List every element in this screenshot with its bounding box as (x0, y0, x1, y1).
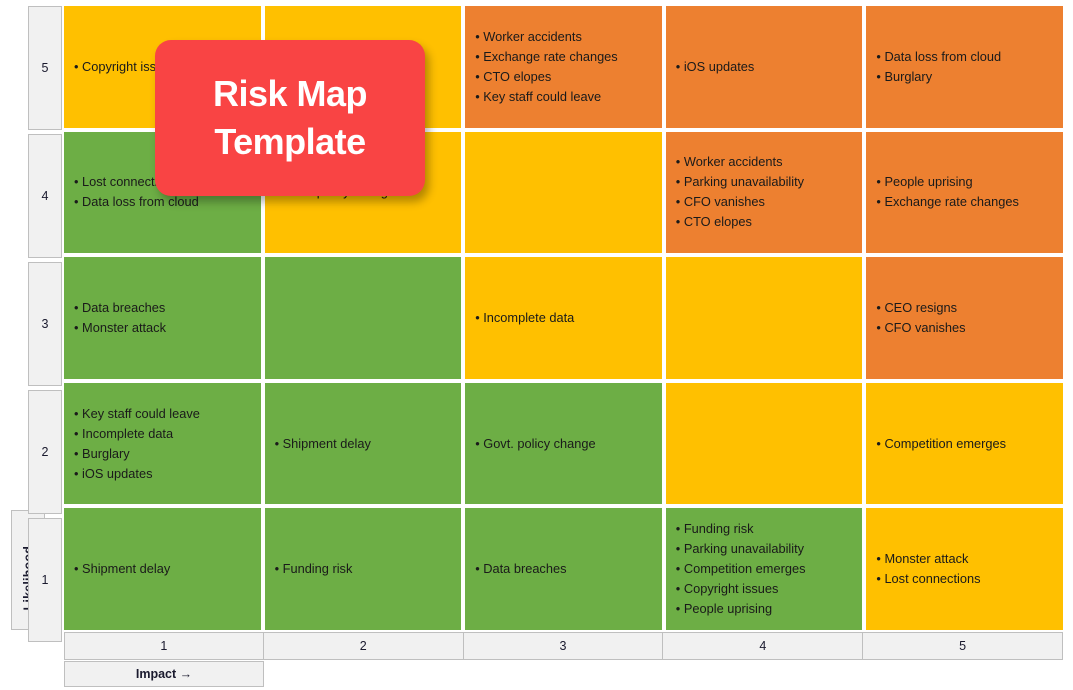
risk-cell-l4-i4[interactable]: Worker accidentsParking unavailabilityCF… (665, 131, 863, 254)
risk-cell-l4-i5[interactable]: People uprisingExchange rate changes (866, 131, 1063, 254)
risk-item: People uprising (876, 172, 1053, 192)
impact-tick-1: 1 (64, 632, 264, 660)
banner-line-1: Risk Map (212, 73, 368, 114)
likelihood-tick-label: 5 (41, 61, 49, 75)
risk-item: Funding risk (275, 559, 452, 579)
risk-cell-l1-i3[interactable]: Data breaches (465, 508, 662, 630)
risk-item: CTO elopes (676, 212, 853, 232)
likelihood-tick-label: 3 (41, 317, 49, 331)
banner-line-2: Template (214, 121, 366, 162)
risk-cell-l1-i1[interactable]: Shipment delay (64, 508, 261, 630)
likelihood-tick-2: 2 (28, 390, 62, 514)
risk-item: CEO resigns (876, 298, 1053, 318)
likelihood-tick-5: 5 (28, 6, 62, 130)
risk-item: People uprising (676, 599, 853, 619)
risk-item: iOS updates (676, 57, 853, 77)
impact-tick-3: 3 (462, 632, 664, 660)
risk-item: Key staff could leave (475, 87, 652, 107)
impact-axis-label: Impact → (135, 667, 193, 681)
risk-cell-l3-i5[interactable]: CEO resignsCFO vanishes (866, 257, 1063, 379)
risk-item: Parking unavailability (676, 172, 853, 192)
risk-cell-l5-i5[interactable]: Data loss from cloudBurglary (866, 6, 1063, 128)
risk-item: Funding risk (676, 519, 853, 539)
risk-item: Key staff could leave (74, 404, 251, 424)
impact-tick-row: 12345 (64, 632, 1063, 660)
risk-cell-l2-i2[interactable]: Shipment delay (264, 382, 462, 505)
impact-tick-4: 4 (662, 632, 864, 660)
risk-cell-l3-i3[interactable]: Incomplete data (465, 257, 662, 379)
risk-cell-l2-i1[interactable]: Key staff could leaveIncomplete dataBurg… (64, 382, 261, 505)
risk-item: Worker accidents (676, 152, 853, 172)
risk-item: Exchange rate changes (876, 192, 1053, 212)
risk-item: Monster attack (876, 549, 1053, 569)
risk-item: Competition emerges (876, 434, 1053, 454)
impact-tick-2: 2 (262, 632, 464, 660)
risk-cell-l2-i4[interactable] (665, 382, 863, 505)
impact-tick-5: 5 (862, 632, 1063, 660)
impact-axis-title: Impact → (64, 661, 264, 687)
risk-cell-l2-i5[interactable]: Competition emerges (866, 382, 1063, 505)
likelihood-tick-3: 3 (28, 262, 62, 386)
likelihood-tick-1: 1 (28, 518, 62, 642)
risk-item: Shipment delay (275, 434, 452, 454)
risk-item: Copyright issues (676, 579, 853, 599)
risk-item: CFO vanishes (876, 318, 1053, 338)
risk-item: Lost connections (876, 569, 1053, 589)
risk-item: Exchange rate changes (475, 47, 652, 67)
risk-cell-l1-i2[interactable]: Funding risk (264, 508, 462, 630)
risk-cell-l3-i2[interactable] (264, 257, 462, 379)
risk-cell-l3-i1[interactable]: Data breachesMonster attack (64, 257, 261, 379)
risk-item: Competition emerges (676, 559, 853, 579)
risk-item: Parking unavailability (676, 539, 853, 559)
risk-item: Worker accidents (475, 27, 652, 47)
risk-item: Monster attack (74, 318, 251, 338)
risk-item: Govt. policy change (475, 434, 652, 454)
likelihood-tick-label: 2 (41, 445, 49, 459)
risk-item: Data loss from cloud (876, 47, 1053, 67)
risk-map-template-banner: Risk Map Template (155, 40, 425, 196)
risk-item: Incomplete data (74, 424, 251, 444)
risk-item: Burglary (876, 67, 1053, 87)
likelihood-tick-4: 4 (28, 134, 62, 258)
likelihood-tick-label: 4 (41, 189, 49, 203)
risk-item: Incomplete data (475, 308, 652, 328)
risk-cell-l3-i4[interactable] (665, 257, 863, 379)
risk-cell-l1-i4[interactable]: Funding riskParking unavailabilityCompet… (665, 508, 863, 630)
risk-cell-l1-i5[interactable]: Monster attackLost connections (866, 508, 1063, 630)
risk-cell-l5-i3[interactable]: Worker accidentsExchange rate changesCTO… (465, 6, 662, 128)
risk-cell-l4-i3[interactable] (465, 131, 662, 254)
risk-map-page: Likelihood → Copyright issuesWorker acci… (0, 0, 1073, 690)
risk-cell-l2-i3[interactable]: Govt. policy change (465, 382, 662, 505)
risk-item: Shipment delay (74, 559, 251, 579)
risk-item: Data breaches (475, 559, 652, 579)
risk-item: CTO elopes (475, 67, 652, 87)
risk-item: Burglary (74, 444, 251, 464)
likelihood-tick-label: 1 (41, 573, 49, 587)
risk-item: iOS updates (74, 464, 251, 484)
risk-item: CFO vanishes (676, 192, 853, 212)
risk-cell-l5-i4[interactable]: iOS updates (665, 6, 863, 128)
risk-item: Data breaches (74, 298, 251, 318)
